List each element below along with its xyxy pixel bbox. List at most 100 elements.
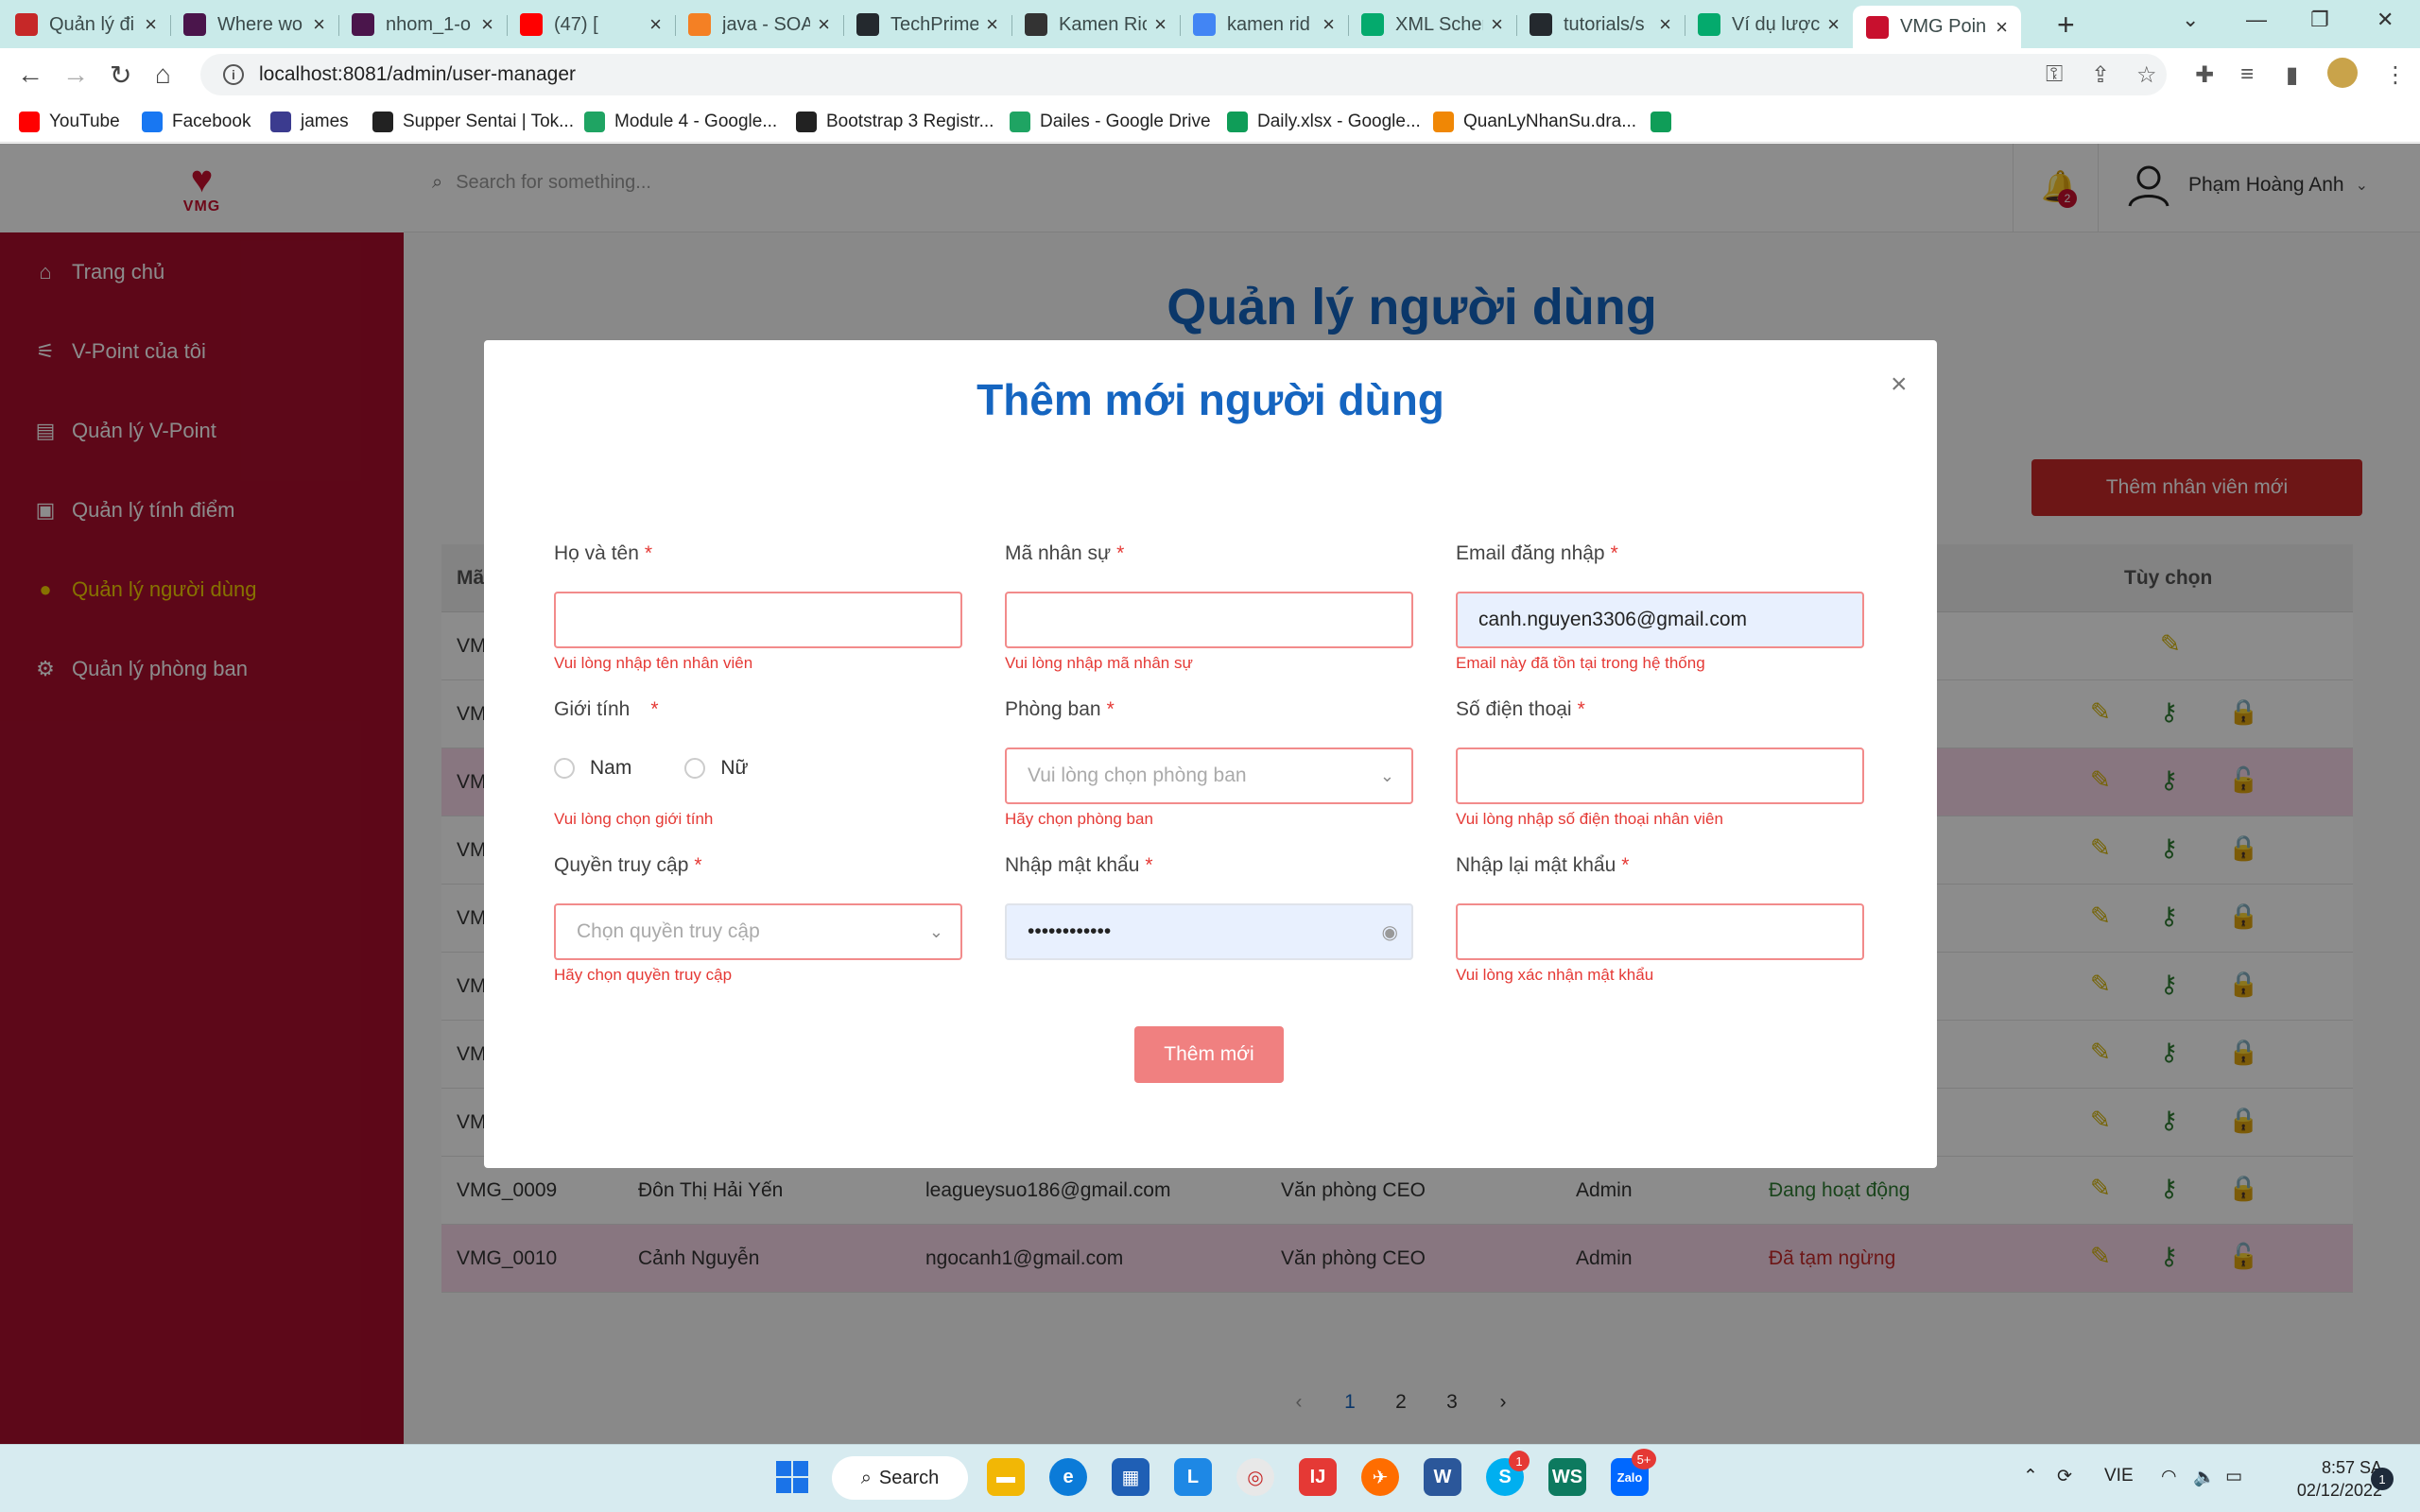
close-tab-icon[interactable]: × [1827,12,1840,37]
chevron-up-icon[interactable]: ⌃ [2023,1466,2038,1487]
vmg-icon [1866,15,1889,39]
close-tab-icon[interactable]: × [818,12,830,37]
browser-tab[interactable]: Kamen Ric × [1011,6,1180,43]
browser-tab[interactable]: Ví dụ lược × [1685,6,1853,43]
tab-label: TechPrime [890,13,979,35]
bookmark-item[interactable]: QuanLyNhanSu.dra... [1433,109,1636,135]
browser-tab[interactable]: Quản lý đi × [2,6,170,43]
browser-tab[interactable]: nhom_1-o × [338,6,507,43]
fullname-input[interactable] [554,592,962,648]
bookmark-item[interactable]: YouTube [19,109,120,135]
close-tab-icon[interactable]: × [1491,12,1503,37]
globe-icon [372,112,393,132]
bookmark-item[interactable]: Daily.xlsx - Google... [1227,109,1421,135]
windows-taskbar: ⌕ Search ▬ e ▦ L ◎ IJ ✈ W S 1 WS Zalo 5+… [0,1444,2420,1512]
close-tab-icon[interactable]: × [649,12,662,37]
gender-male-radio[interactable] [554,758,575,779]
media-icon[interactable]: ≡ [2240,61,2254,88]
tab-search-chevron-icon[interactable]: ⌄ [2182,8,2199,32]
bookmark-item[interactable]: Module 4 - Google... [584,109,777,135]
confirm-password-input[interactable] [1456,903,1864,960]
minimize-button[interactable]: — [2246,8,2267,32]
bookmark-item[interactable]: Bootstrap 3 Registr... [796,109,994,135]
close-tab-icon[interactable]: × [986,12,998,37]
word-icon[interactable]: W [1424,1458,1461,1496]
file-explorer-icon[interactable]: ▬ [987,1458,1025,1496]
profile-avatar[interactable] [2327,58,2358,88]
employee-code-input[interactable] [1005,592,1413,648]
notification-center-badge[interactable]: 1 [2371,1468,2394,1490]
home-icon[interactable]: ⌂ [155,60,171,90]
bookmark-item[interactable] [1651,109,1681,135]
employee-code-error: Vui lòng nhập mã nhân sự [1005,654,1193,672]
wifi-icon[interactable]: ◠ [2161,1466,2177,1487]
bookmark-star-icon[interactable]: ☆ [2136,61,2157,89]
edge-icon[interactable]: e [1049,1458,1087,1496]
password-input[interactable]: •••••••••••• ◉ [1005,903,1413,960]
gender-female-label[interactable]: Nữ [720,757,748,780]
back-arrow-icon[interactable]: ← [17,60,43,90]
key-icon[interactable]: ⚿ [2046,61,2063,88]
role-select[interactable]: Chọn quyền truy cập ⌄ [554,903,962,960]
address-bar[interactable]: i localhost:8081/admin/user-manager [200,54,2167,95]
volume-icon[interactable]: 🔈 [2193,1466,2216,1488]
battery-icon[interactable]: ▭ [2225,1466,2242,1487]
browser-toolbar: ← → ↻ ⌂ i localhost:8081/admin/user-mana… [0,48,2420,101]
site-info-icon[interactable]: i [223,64,244,85]
bookmark-item[interactable]: Supper Sentai | Tok... [372,109,574,135]
close-tab-icon[interactable]: × [1154,12,1167,37]
side-panel-icon[interactable]: ▮ [2286,61,2298,89]
w3schools-icon [1361,13,1384,36]
browser-tab[interactable]: TechPrime × [843,6,1011,43]
intellij-icon[interactable]: IJ [1299,1458,1337,1496]
bookmark-item[interactable]: james [270,109,349,135]
webstorm-icon[interactable]: WS [1548,1458,1586,1496]
browser-tab[interactable]: XML Scher × [1348,6,1516,43]
windows-start-icon[interactable] [773,1458,811,1496]
eye-icon[interactable]: ◉ [1382,920,1398,944]
gender-male-label[interactable]: Nam [590,757,631,780]
bookmark-label: Daily.xlsx - Google... [1257,112,1421,131]
close-tab-icon[interactable]: × [145,12,157,37]
email-input[interactable]: canh.nguyen3306@gmail.com [1456,592,1864,648]
sync-icon[interactable]: ⟳ [2057,1466,2072,1487]
required-mark: * [694,854,702,876]
l-app-icon[interactable]: L [1174,1458,1212,1496]
new-tab-button[interactable]: + [2057,8,2075,43]
w3schools-icon [1698,13,1720,36]
forward-arrow-icon[interactable]: → [62,60,89,90]
close-tab-icon[interactable]: × [1996,15,2008,40]
gender-female-radio[interactable] [684,758,706,779]
browser-tab[interactable]: VMG Poin × [1853,6,2021,48]
fullname-field: Họ và tên * Vui lòng nhập tên nhân viên [554,542,962,672]
store-icon[interactable]: ▦ [1112,1458,1150,1496]
browser-tab[interactable]: java - SOA × [675,6,843,43]
browser-tab[interactable]: tutorials/s × [1516,6,1685,43]
language-indicator[interactable]: VIE [2104,1466,2134,1486]
browser-tab[interactable]: Where wo × [170,6,338,43]
bookmark-item[interactable]: Facebook [142,109,251,135]
submit-button[interactable]: Thêm mới [1134,1026,1284,1083]
taskbar-search[interactable]: ⌕ Search [832,1456,968,1500]
required-mark: * [1621,854,1630,876]
close-tab-icon[interactable]: × [313,12,325,37]
close-icon[interactable]: × [1891,369,1908,401]
share-icon[interactable]: ⇪ [2091,61,2110,89]
close-window-button[interactable]: ✕ [2377,8,2394,32]
browser-tab[interactable]: (47) [ × [507,6,675,43]
clock[interactable]: 8:57 SA 02/12/2022 [2278,1456,2382,1502]
browser-menu-icon[interactable]: ⋮ [2384,61,2407,89]
phone-input[interactable] [1456,747,1864,804]
postman-icon[interactable]: ✈ [1361,1458,1399,1496]
close-tab-icon[interactable]: × [1322,12,1335,37]
close-tab-icon[interactable]: × [1659,12,1671,37]
reload-icon[interactable]: ↻ [110,60,131,91]
close-tab-icon[interactable]: × [481,12,493,37]
bookmark-item[interactable]: Dailes - Google Drive [1010,109,1211,135]
extensions-icon[interactable]: ✚ [2195,61,2214,89]
chrome-icon[interactable]: ◎ [1236,1458,1274,1496]
department-select[interactable]: Vui lòng chọn phòng ban ⌄ [1005,747,1413,804]
maximize-button[interactable]: ❐ [2310,8,2329,32]
browser-tab[interactable]: kamen rid × [1180,6,1348,43]
tab-label: (47) [ [554,13,598,35]
